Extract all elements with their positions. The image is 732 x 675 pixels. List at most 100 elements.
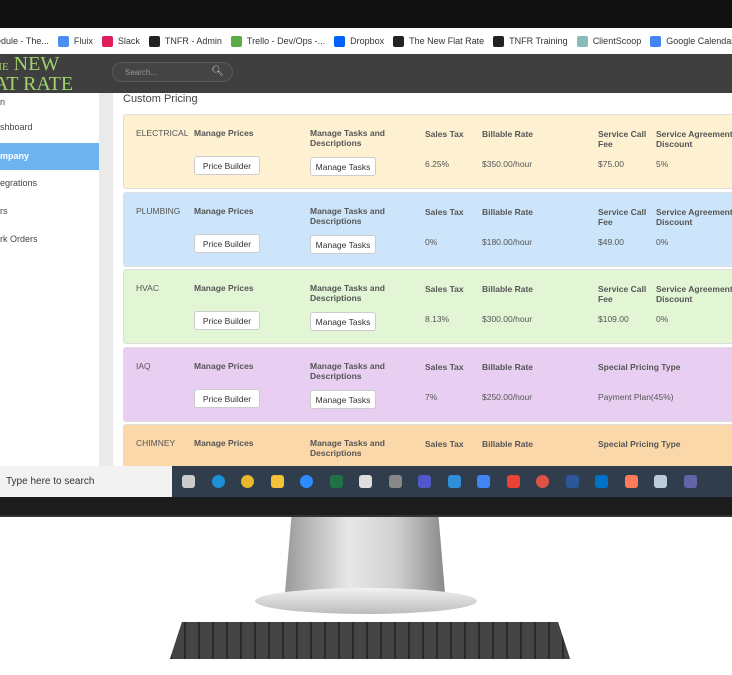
manage-tasks-button[interactable]: Manage Tasks — [310, 312, 376, 331]
search-icon[interactable]: 🔍︎ — [211, 66, 224, 77]
sidebar-item[interactable]: mpany — [0, 143, 99, 170]
calculator-icon[interactable] — [388, 475, 402, 488]
bookmarks-bar: edule - The... Fluix Slack TNFR - Admin Trel… — [0, 28, 732, 54]
file-explorer-icon[interactable] — [270, 475, 284, 488]
bookmark-item[interactable]: Fluix — [57, 35, 93, 47]
bookmark-icon — [101, 35, 113, 47]
billable-rate-label: Billable Rate — [482, 129, 534, 139]
bookmark-item[interactable]: Trello - Dev/Ops -... — [230, 35, 326, 47]
bookmark-icon — [393, 35, 405, 47]
billable-rate-label: Billable Rate — [482, 439, 534, 449]
logo-text-1: NEW — [13, 53, 60, 75]
app-logo[interactable]: HE NEW AT RATE — [0, 53, 73, 94]
excel-icon[interactable] — [329, 475, 343, 488]
billable-rate-value: $350.00/hour — [482, 159, 533, 169]
manage-tasks-label: Manage Tasks and Descriptions — [310, 128, 385, 148]
col5-label: Service Call Fee — [598, 207, 647, 227]
bookmark-item[interactable]: TNFR Training — [493, 35, 568, 47]
monitor-bezel-top — [0, 0, 732, 28]
main-content: Custom Pricing ELECTRICAL Manage Prices Pr… — [113, 93, 732, 466]
word-icon[interactable] — [565, 475, 579, 488]
photos-icon[interactable] — [447, 475, 461, 488]
bookmark-item[interactable]: Dropbox — [334, 35, 385, 47]
bookmark-label: Slack — [117, 36, 140, 46]
manage-tasks-button[interactable]: Manage Tasks — [310, 157, 376, 176]
billable-rate-value: $300.00/hour — [482, 314, 533, 324]
monitor-base — [255, 588, 477, 614]
teams-chat-icon[interactable] — [683, 475, 697, 488]
sidebar-item[interactable]: shboard — [0, 114, 99, 141]
manage-tasks-button[interactable]: Manage Tasks — [310, 390, 376, 409]
col5-label: Service Call Fee — [598, 129, 647, 149]
manage-tasks-label: Manage Tasks and Descriptions — [310, 361, 385, 381]
bookmark-item[interactable]: TNFR - Admin — [148, 35, 222, 47]
chrome-icon[interactable] — [241, 475, 254, 488]
bookmark-item[interactable]: Slack — [101, 35, 140, 47]
billable-rate-label: Billable Rate — [482, 362, 534, 372]
gmail-icon[interactable] — [506, 475, 520, 488]
task-view-icon[interactable] — [182, 475, 195, 488]
search-input[interactable]: Search... 🔍︎ — [112, 62, 233, 82]
sales-tax-value: 0% — [425, 237, 438, 247]
billable-rate-label: Billable Rate — [482, 207, 534, 217]
edge-icon[interactable] — [211, 475, 225, 488]
manage-prices-label: Manage Prices — [194, 206, 254, 216]
bookmark-icon — [230, 35, 242, 47]
snipping-tool-icon[interactable] — [359, 475, 372, 488]
taskbar-search[interactable]: Type here to search — [0, 466, 172, 497]
col5-label: Service Call Fee — [598, 284, 647, 304]
sidebar-item[interactable]: rk Orders — [0, 226, 99, 253]
col5-label: Special Pricing Type — [598, 439, 681, 449]
teams-icon[interactable] — [418, 475, 431, 488]
manage-prices-label: Manage Prices — [194, 438, 254, 448]
sidebar-item[interactable]: rs — [0, 198, 99, 225]
bookmark-icon — [576, 35, 588, 47]
keyboard — [170, 622, 570, 659]
category-label: PLUMBING — [136, 206, 181, 216]
price-builder-button[interactable]: Price Builder — [194, 389, 260, 408]
manage-tasks-label: Manage Tasks and Descriptions — [310, 206, 385, 226]
bookmark-label: The New Flat Rate — [409, 36, 485, 46]
pricing-card-plumbing: PLUMBING Manage Prices Price Builder Manage… — [123, 192, 732, 267]
outlook-icon[interactable] — [595, 475, 608, 488]
sales-tax-value: 8.13% — [425, 314, 450, 324]
manage-tasks-button[interactable]: Manage Tasks — [310, 235, 376, 254]
billable-rate-value: $180.00/hour — [482, 237, 533, 247]
sidebar: n shboard mpany egrations rs rk Orders — [0, 93, 99, 466]
bookmark-item[interactable]: Google Calendar — [650, 35, 732, 47]
zoom-icon[interactable] — [300, 475, 313, 488]
bookmark-icon — [57, 35, 69, 47]
col6-label: Service Agreement Discount — [656, 207, 732, 227]
bookmark-item[interactable]: The New Flat Rate — [393, 35, 485, 47]
sidebar-item-label: n — [0, 97, 6, 107]
sidebar-item[interactable]: n — [0, 89, 99, 116]
windows-taskbar: Type here to search — [0, 466, 732, 497]
category-label: HVAC — [136, 283, 159, 293]
bookmark-label: edule - The... — [0, 36, 49, 46]
monitor-stand — [285, 517, 445, 593]
price-builder-button[interactable]: Price Builder — [194, 311, 260, 330]
bookmark-label: Dropbox — [350, 36, 385, 46]
bookmark-label: Google Calendar — [666, 36, 732, 46]
unknown-app-icon[interactable] — [654, 475, 667, 488]
hubspot-icon[interactable] — [624, 475, 638, 488]
col6-label: Service Agreement Discount — [656, 284, 732, 304]
price-builder-button[interactable]: Price Builder — [194, 156, 260, 175]
bookmark-label: Trello - Dev/Ops -... — [246, 36, 326, 46]
sales-tax-label: Sales Tax — [425, 284, 464, 294]
manage-prices-label: Manage Prices — [194, 128, 254, 138]
bookmark-label: TNFR Training — [509, 36, 568, 46]
price-builder-button[interactable]: Price Builder — [194, 234, 260, 253]
billable-rate-label: Billable Rate — [482, 284, 534, 294]
sidebar-item[interactable]: egrations — [0, 170, 99, 197]
sales-tax-label: Sales Tax — [425, 362, 464, 372]
bookmark-item[interactable]: edule - The... — [0, 36, 49, 46]
bookmark-item[interactable]: ClientScoop — [576, 35, 641, 47]
bookmark-label: Fluix — [73, 36, 93, 46]
manage-prices-label: Manage Prices — [194, 283, 254, 293]
manage-tasks-label: Manage Tasks and Descriptions — [310, 438, 385, 458]
category-label: CHIMNEY — [136, 438, 176, 448]
google-calendar-icon[interactable] — [477, 475, 490, 488]
sidebar-item-label: rs — [0, 206, 8, 216]
chrome-active-icon[interactable] — [536, 475, 549, 488]
